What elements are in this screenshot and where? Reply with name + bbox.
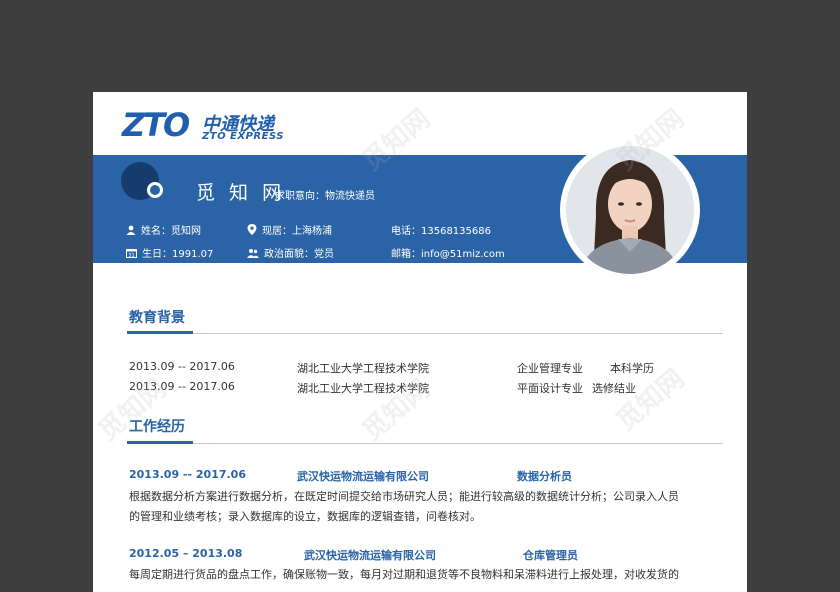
info-residence: 现居：上海杨浦 <box>247 222 332 237</box>
job-date: 2013.09 -- 2017.06 <box>129 468 246 481</box>
edu-major: 平面设计专业 <box>517 382 583 395</box>
job-desc-line: 的管理和业绩考核；录入数据库的设立，数据库的逻辑查错，问卷核对。 <box>129 510 481 523</box>
job-intent: 求职意向：物流快递员 <box>275 191 375 202</box>
work-accent <box>127 441 193 444</box>
decor-ring <box>147 182 163 198</box>
info-birth: 31 生日：1991.07 <box>126 245 213 260</box>
logo-en-text: ZTO EXPRESS <box>202 131 285 142</box>
job-company: 武汉快运物流运输有限公司 <box>304 549 436 562</box>
person-icon <box>126 225 136 235</box>
job-date: 2012.05 – 2013.08 <box>129 547 243 560</box>
edu-degree: 本科学历 <box>610 362 654 375</box>
info-residence-text: 现居：上海杨浦 <box>262 226 332 237</box>
info-email: 邮箱：info@51miz.com <box>391 245 505 260</box>
job-role: 仓库管理员 <box>523 549 578 562</box>
info-email-text: 邮箱：info@51miz.com <box>391 249 505 260</box>
location-pin-icon <box>247 224 257 235</box>
info-politics-text: 政治面貌：党员 <box>264 249 334 260</box>
info-name: 姓名：觅知网 <box>126 222 201 237</box>
candidate-name: 觅 知 网 <box>196 182 286 204</box>
svg-text:31: 31 <box>128 253 134 258</box>
education-divider <box>127 333 723 334</box>
group-icon <box>247 248 259 258</box>
calendar-icon: 31 <box>126 248 137 258</box>
education-accent <box>127 331 193 334</box>
info-politics: 政治面貌：党员 <box>247 245 334 260</box>
info-name-text: 姓名：觅知网 <box>141 226 201 237</box>
logo-letters: ZTO <box>122 106 190 144</box>
education-title: 教育背景 <box>129 310 185 326</box>
info-birth-text: 生日：1991.07 <box>142 249 214 260</box>
job-company: 武汉快运物流运输有限公司 <box>297 470 429 483</box>
job-role: 数据分析员 <box>517 470 572 483</box>
info-phone-text: 电话：13568135686 <box>391 226 491 237</box>
job-desc-line: 根据数据分析方案进行数据分析，在既定时间提交给市场研究人员；能进行较高级的数据统… <box>129 490 679 503</box>
work-divider <box>127 443 723 444</box>
edu-major: 企业管理专业 <box>517 362 583 375</box>
info-phone: 电话：13568135686 <box>391 222 491 237</box>
job-desc-line: 每周定期进行货品的盘点工作，确保账物一致，每月对过期和退货等不良物料和呆滞料进行… <box>129 568 679 581</box>
